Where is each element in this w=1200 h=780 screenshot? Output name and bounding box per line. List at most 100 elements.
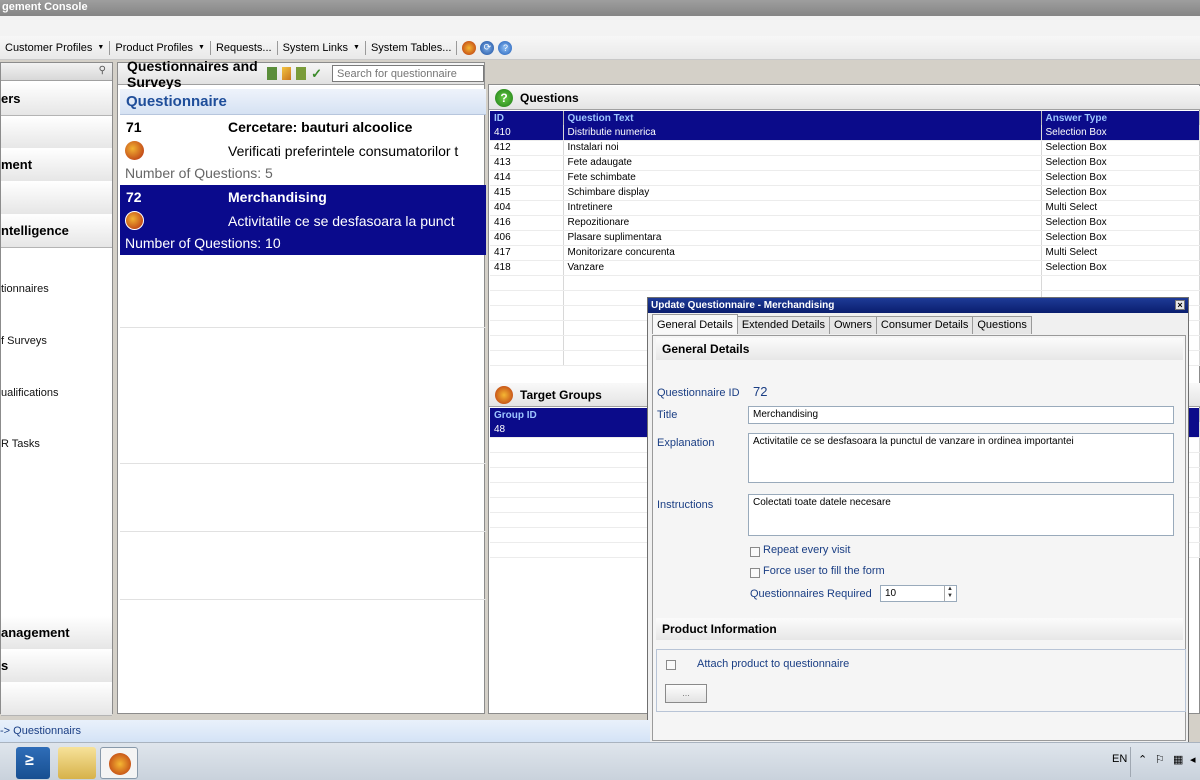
column-header-question-text[interactable]: Question Text bbox=[563, 111, 1042, 125]
chevron-down-icon: ▼ bbox=[198, 44, 205, 51]
tab-extended-details[interactable]: Extended Details bbox=[736, 316, 830, 334]
menu-separator bbox=[456, 40, 458, 55]
dialog-title-bar: Update Questionnaire - Merchandising × bbox=[648, 298, 1188, 313]
pin-icon[interactable]: ⚲ bbox=[99, 65, 106, 76]
flag-icon[interactable]: ⚐ bbox=[1155, 753, 1165, 766]
stepper-arrows-icon[interactable]: ▲ ▼ bbox=[944, 586, 955, 601]
title-gap bbox=[0, 16, 1200, 36]
nav-link-questionnaires[interactable]: tionnaires bbox=[1, 283, 49, 295]
tab-general-details[interactable]: General Details bbox=[652, 314, 738, 334]
dialog-tabs: General Details Extended Details Owners … bbox=[652, 314, 1032, 334]
column-header-id[interactable]: ID bbox=[490, 111, 564, 125]
attach-product-checkbox[interactable] bbox=[666, 660, 676, 670]
table-row[interactable]: 414 Fete schimbate Selection Box bbox=[490, 170, 1200, 186]
sync-icon[interactable]: ⟳ bbox=[480, 40, 495, 55]
nav-link-tasks[interactable]: R Tasks bbox=[1, 438, 40, 450]
menu-customer-profiles[interactable]: Customer Profiles ▼ bbox=[0, 39, 109, 57]
chevron-up-icon[interactable]: ⌃ bbox=[1138, 753, 1147, 766]
menu-system-tables[interactable]: System Tables... bbox=[366, 39, 457, 57]
edit-icon[interactable] bbox=[281, 67, 292, 80]
table-header-row: ID Question Text Answer Type bbox=[490, 111, 1200, 125]
instructions-field[interactable]: Colectati toate datele necesare bbox=[748, 494, 1174, 536]
powershell-icon[interactable]: ≥ bbox=[16, 747, 50, 779]
table-row[interactable]: 406 Plasare suplimentara Selection Box bbox=[490, 230, 1200, 246]
people-icon bbox=[495, 385, 513, 404]
title-label: Title bbox=[657, 409, 678, 421]
menu-system-links[interactable]: System Links ▼ bbox=[278, 39, 365, 57]
section-header-general: General Details bbox=[656, 338, 1183, 360]
help-icon: ? bbox=[495, 88, 513, 107]
title-field[interactable]: Merchandising bbox=[748, 406, 1174, 424]
people-icon[interactable] bbox=[462, 40, 477, 55]
explanation-field[interactable]: Activitatile ce se desfasoara la punctul… bbox=[748, 433, 1174, 483]
dialog-title: Update Questionnaire - Merchandising bbox=[651, 300, 835, 311]
tab-questions[interactable]: Questions bbox=[972, 316, 1032, 334]
menu-product-profiles[interactable]: Product Profiles ▼ bbox=[110, 39, 210, 57]
row-divider bbox=[120, 463, 486, 464]
force-fill-label: Force user to fill the form bbox=[763, 565, 885, 577]
tray-separator bbox=[1130, 747, 1131, 777]
console-app-icon[interactable] bbox=[100, 747, 138, 779]
table-row[interactable]: 413 Fete adaugate Selection Box bbox=[490, 155, 1200, 171]
questionnaire-id-label: Questionnaire ID bbox=[657, 387, 740, 399]
nav-group-management[interactable]: ment bbox=[1, 148, 112, 182]
add-icon[interactable] bbox=[266, 67, 277, 80]
table-row[interactable]: 416 Repozitionare Selection Box bbox=[490, 215, 1200, 231]
nav-link-qualifications[interactable]: ualifications bbox=[1, 387, 58, 399]
questions-header: ? Questions bbox=[489, 86, 1200, 110]
column-header-answer-type[interactable]: Answer Type bbox=[1041, 111, 1200, 125]
attach-product-label: Attach product to questionnaire bbox=[697, 658, 850, 670]
language-indicator[interactable]: EN bbox=[1112, 753, 1127, 765]
table-row[interactable]: 415 Schimbare display Selection Box bbox=[490, 185, 1200, 201]
table-row[interactable]: 412 Instalari noi Selection Box bbox=[490, 140, 1200, 156]
tab-consumer-details[interactable]: Consumer Details bbox=[875, 316, 974, 334]
nav-group-customers[interactable]: ers bbox=[1, 82, 112, 116]
folder-icon[interactable] bbox=[58, 747, 96, 779]
chevron-down-icon: ▼ bbox=[353, 44, 360, 51]
nav-group-bottom[interactable]: s bbox=[1, 649, 112, 683]
panel-header: Questionnaires and Surveys ✓ bbox=[118, 58, 485, 90]
section-header-product: Product Information bbox=[656, 618, 1183, 640]
copy-icon[interactable] bbox=[296, 67, 307, 80]
row-divider bbox=[120, 327, 486, 328]
breadcrumb: -> Questionnairs bbox=[0, 720, 650, 742]
table-row[interactable]: 417 Monitorizare concurenta Multi Select bbox=[490, 245, 1200, 261]
questionnaire-icon bbox=[125, 211, 144, 230]
force-fill-checkbox[interactable] bbox=[750, 568, 760, 578]
nav-group-blank[interactable] bbox=[1, 116, 112, 150]
list-item[interactable]: 72 Merchandising Activitatile ce se desf… bbox=[120, 185, 486, 255]
table-row[interactable]: 418 Vanzare Selection Box bbox=[490, 260, 1200, 276]
table-row bbox=[490, 275, 1200, 291]
window-title: gement Console bbox=[0, 0, 1200, 16]
tab-body: General Details Questionnaire ID 72 Titl… bbox=[652, 335, 1186, 741]
nav-link-surveys[interactable]: f Surveys bbox=[1, 335, 47, 347]
check-icon[interactable]: ✓ bbox=[311, 67, 322, 80]
help-icon[interactable]: ? bbox=[498, 40, 513, 55]
update-questionnaire-dialog: Update Questionnaire - Merchandising × G… bbox=[647, 297, 1189, 744]
row-divider bbox=[120, 531, 486, 532]
repeat-every-visit-label: Repeat every visit bbox=[763, 544, 851, 556]
close-icon[interactable]: × bbox=[1175, 300, 1185, 310]
quantity-stepper[interactable]: 10 ▲ ▼ bbox=[880, 585, 957, 602]
search-input[interactable] bbox=[332, 65, 485, 82]
list-item[interactable]: 71 Cercetare: bauturi alcoolice Verifica… bbox=[120, 115, 486, 185]
taskbar: ≥ EN ⌃ ⚐ ▦ ◂ bbox=[0, 742, 1200, 780]
required-value: 10 bbox=[885, 588, 897, 599]
table-row[interactable]: 410 Distributie numerica Selection Box bbox=[490, 125, 1200, 141]
questionnaire-id-value: 72 bbox=[753, 384, 768, 399]
questionnaires-required-label: Questionnaires Required bbox=[750, 588, 872, 600]
nav-group-intelligence[interactable]: ntelligence bbox=[1, 214, 112, 248]
table-row[interactable]: 404 Intretinere Multi Select bbox=[490, 200, 1200, 216]
product-info-box: Attach product to questionnaire ... bbox=[656, 649, 1186, 712]
tab-owners[interactable]: Owners bbox=[829, 316, 877, 334]
menu-bar: Customer Profiles ▼ Product Profiles ▼ Req… bbox=[0, 36, 1200, 60]
nav-group-blank[interactable] bbox=[1, 682, 112, 716]
browse-button[interactable]: ... bbox=[665, 684, 707, 703]
menu-requests[interactable]: Requests... bbox=[211, 39, 277, 57]
instructions-label: Instructions bbox=[657, 499, 714, 511]
volume-icon[interactable]: ◂ bbox=[1190, 753, 1196, 766]
nav-group-bottom-management[interactable]: anagement bbox=[1, 616, 112, 650]
nav-group-blank[interactable] bbox=[1, 181, 112, 215]
network-icon[interactable]: ▦ bbox=[1173, 753, 1183, 766]
repeat-every-visit-checkbox[interactable] bbox=[750, 547, 760, 557]
